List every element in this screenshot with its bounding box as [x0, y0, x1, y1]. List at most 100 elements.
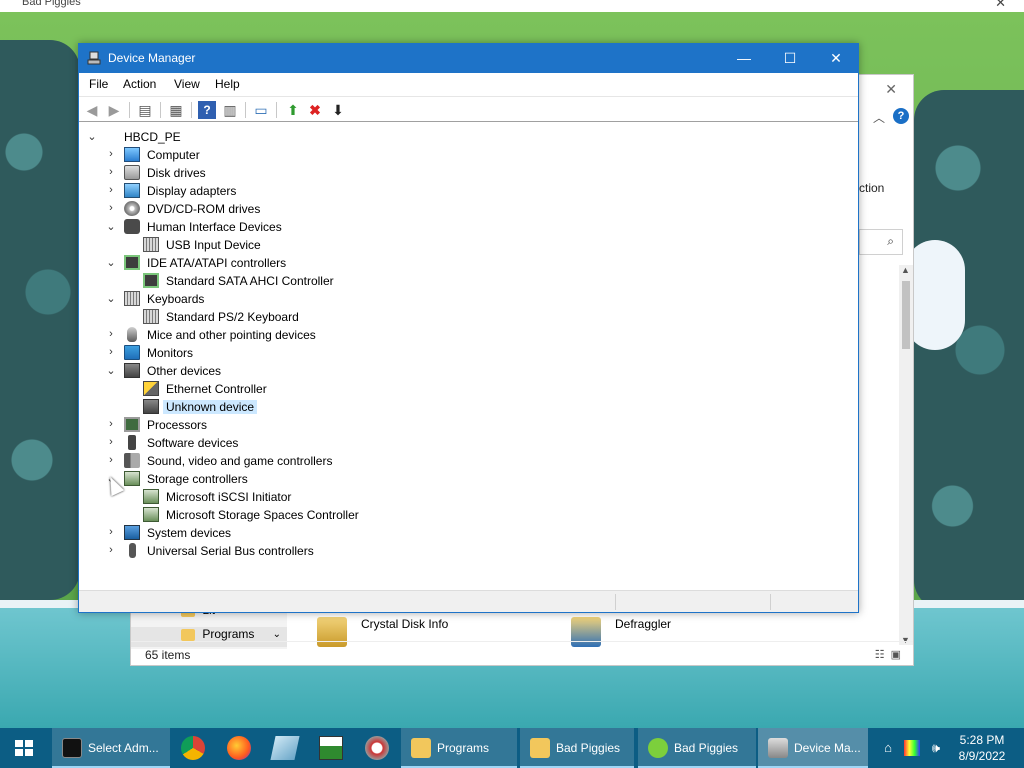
- chevron-right-icon[interactable]: ›: [106, 148, 116, 160]
- maximize-button[interactable]: ☐: [767, 44, 813, 73]
- disable-device-icon[interactable]: ⬇: [329, 101, 347, 119]
- help-icon[interactable]: ?: [893, 108, 909, 124]
- notepad-plus-icon[interactable]: [319, 736, 343, 760]
- tree-node-computer[interactable]: › Computer: [106, 146, 406, 164]
- tree-node-storage-controllers[interactable]: ⌄ Storage controllers: [106, 470, 406, 488]
- game-close-icon[interactable]: ✕: [995, 0, 1006, 11]
- tree-leaf-iscsi-initiator[interactable]: Microsoft iSCSI Initiator: [125, 488, 445, 506]
- start-button[interactable]: [0, 728, 48, 768]
- tree-node-human-interface-devices[interactable]: ⌄ Human Interface Devices: [106, 218, 406, 236]
- clock[interactable]: 5:28 PM 8/9/2022: [952, 732, 1012, 764]
- scroll-up-icon[interactable]: ▲: [901, 265, 910, 275]
- tree-node-monitors[interactable]: › Monitors: [106, 344, 406, 362]
- hid-icon: [124, 219, 140, 234]
- forward-arrow-icon[interactable]: ▶: [105, 101, 123, 119]
- volume-icon[interactable]: 🕪: [928, 740, 944, 756]
- show-hide-action-pane-icon[interactable]: ▥: [221, 101, 239, 119]
- chevron-down-icon[interactable]: ⌄: [106, 364, 116, 377]
- tree-node-disk-drives[interactable]: › Disk drives: [106, 164, 406, 182]
- tree-leaf-usb-input-device[interactable]: USB Input Device: [125, 236, 425, 254]
- taskbar-item-device-manager[interactable]: Device Ma...: [758, 728, 868, 768]
- show-hide-console-tree-icon[interactable]: ▤: [136, 101, 154, 119]
- tree-leaf-sata-ahci-controller[interactable]: Standard SATA AHCI Controller: [125, 272, 425, 290]
- notepad-icon[interactable]: [270, 736, 300, 760]
- tree-leaf-ps2-keyboard[interactable]: Standard PS/2 Keyboard: [125, 308, 425, 326]
- chevron-down-icon[interactable]: ⌄: [87, 130, 97, 143]
- menu-view[interactable]: View: [174, 77, 200, 91]
- tree-leaf-label: Standard SATA AHCI Controller: [166, 274, 334, 288]
- tree-leaf-unknown-device[interactable]: Unknown device: [125, 398, 425, 416]
- display-adapter-icon: [124, 183, 140, 198]
- search-icon: ⌕: [887, 234, 894, 248]
- chevron-down-icon[interactable]: ⌄: [106, 292, 116, 305]
- tool-icon[interactable]: [365, 736, 389, 760]
- dvd-drive-icon: [124, 201, 140, 216]
- chevron-right-icon[interactable]: ›: [106, 526, 116, 538]
- tree-root[interactable]: ⌄ HBCD_PE: [87, 128, 287, 146]
- update-driver-icon[interactable]: ⬆: [284, 101, 302, 119]
- taskbar-item-bad-piggies-game[interactable]: Bad Piggies: [638, 728, 756, 768]
- firefox-icon[interactable]: [227, 736, 251, 760]
- processor-icon: [124, 417, 140, 432]
- chevron-right-icon[interactable]: ›: [106, 328, 116, 340]
- network-icon[interactable]: ⌂: [880, 740, 896, 756]
- ribbon-collapse-icon[interactable]: ︿: [873, 109, 885, 126]
- explorer-status-bar: 65 items ☷▣: [131, 641, 913, 665]
- title-bar[interactable]: Device Manager — ☐ ✕: [79, 44, 858, 73]
- chevron-right-icon[interactable]: ›: [106, 202, 116, 214]
- display-color-icon[interactable]: [904, 740, 920, 756]
- chrome-icon[interactable]: [181, 736, 205, 760]
- tree-leaf-storage-spaces-controller[interactable]: Microsoft Storage Spaces Controller: [125, 506, 445, 524]
- view-mode-icons[interactable]: ☷▣: [875, 648, 907, 661]
- device-tree: ⌄ HBCD_PE › Computer › Disk drives › Dis…: [79, 126, 858, 588]
- uninstall-device-icon[interactable]: ✖: [306, 101, 324, 119]
- taskbar-item-cmd[interactable]: Select Adm...: [52, 728, 170, 768]
- toolbar-separator: [276, 102, 277, 118]
- tree-node-system-devices[interactable]: › System devices: [106, 524, 406, 542]
- tree-node-label: Storage controllers: [147, 472, 248, 486]
- tree-node-sound-controllers[interactable]: › Sound, video and game controllers: [106, 452, 406, 470]
- menu-help[interactable]: Help: [215, 77, 240, 91]
- scrollbar-thumb[interactable]: [902, 281, 910, 349]
- command-prompt-icon: [62, 738, 82, 758]
- menu-file[interactable]: File: [89, 77, 108, 91]
- chevron-right-icon[interactable]: ›: [106, 184, 116, 196]
- menu-bar: File Action View Help: [79, 73, 858, 95]
- tree-node-processors[interactable]: › Processors: [106, 416, 406, 434]
- tree-node-usb-controllers[interactable]: › Universal Serial Bus controllers: [106, 542, 406, 560]
- tree-node-mice[interactable]: › Mice and other pointing devices: [106, 326, 406, 344]
- tree-node-display-adapters[interactable]: › Display adapters: [106, 182, 406, 200]
- chevron-right-icon[interactable]: ›: [106, 436, 116, 448]
- properties-icon[interactable]: ▦: [167, 101, 185, 119]
- taskbar-item-label: Device Ma...: [794, 741, 861, 755]
- tree-node-other-devices[interactable]: ⌄ Other devices: [106, 362, 406, 380]
- storage-controller-icon: [143, 507, 159, 522]
- explorer-close-icon[interactable]: ✕: [885, 81, 897, 98]
- chevron-right-icon[interactable]: ›: [106, 544, 116, 556]
- taskbar-item-bad-piggies-folder[interactable]: Bad Piggies: [520, 728, 634, 768]
- chevron-down-icon[interactable]: ⌄: [273, 629, 281, 640]
- folder-icon: [411, 738, 431, 758]
- chevron-right-icon[interactable]: ›: [106, 418, 116, 430]
- back-arrow-icon[interactable]: ◀: [83, 101, 101, 119]
- explorer-scrollbar[interactable]: ▲ ▼: [899, 265, 913, 645]
- scan-hardware-changes-icon[interactable]: ▭: [252, 101, 270, 119]
- tree-node-software-devices[interactable]: › Software devices: [106, 434, 406, 452]
- chevron-right-icon[interactable]: ›: [106, 346, 116, 358]
- tree-node-ide-controllers[interactable]: ⌄ IDE ATA/ATAPI controllers: [106, 254, 406, 272]
- help-icon[interactable]: ?: [198, 101, 216, 119]
- toolbar-separator: [160, 102, 161, 118]
- chevron-right-icon[interactable]: ›: [106, 454, 116, 466]
- tree-node-keyboards[interactable]: ⌄ Keyboards: [106, 290, 406, 308]
- bad-piggies-icon: [648, 738, 668, 758]
- minimize-button[interactable]: —: [721, 44, 767, 73]
- chevron-right-icon[interactable]: ›: [106, 166, 116, 178]
- taskbar-item-programs[interactable]: Programs: [401, 728, 517, 768]
- chevron-down-icon[interactable]: ⌄: [106, 256, 116, 269]
- menu-action[interactable]: Action: [123, 77, 156, 91]
- tree-leaf-ethernet-controller[interactable]: Ethernet Controller: [125, 380, 425, 398]
- search-input[interactable]: ⌕: [859, 229, 903, 255]
- chevron-down-icon[interactable]: ⌄: [106, 220, 116, 233]
- close-button[interactable]: ✕: [813, 44, 859, 73]
- tree-node-dvd-drives[interactable]: › DVD/CD-ROM drives: [106, 200, 406, 218]
